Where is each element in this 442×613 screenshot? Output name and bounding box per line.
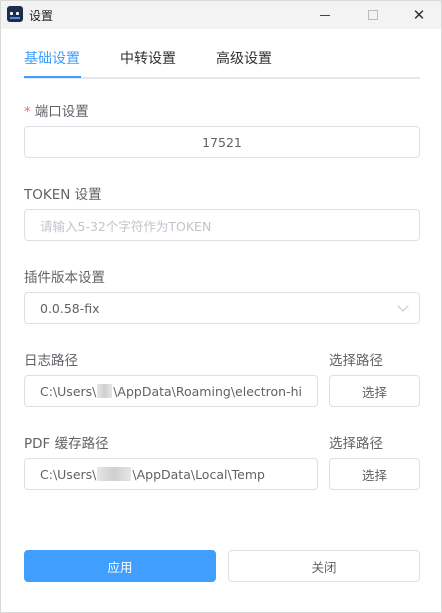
token-placeholder: 请输入5-32个字符作为TOKEN [40, 218, 212, 234]
apply-button[interactable]: 应用 [24, 550, 216, 582]
close-button[interactable]: 关闭 [228, 550, 420, 582]
log-path-suffix: \AppData\Roaming\electron-hi [113, 383, 302, 399]
log-choose-path-label: 选择路径 [329, 353, 383, 369]
pdf-cache-path-label: PDF 缓存路径 [24, 436, 109, 452]
maximize-icon [368, 10, 378, 20]
close-window-button[interactable]: ✕ [396, 1, 442, 29]
required-mark: * [24, 104, 31, 120]
port-label-text: 端口设置 [34, 104, 89, 120]
close-icon: ✕ [412, 5, 426, 24]
active-tab-indicator [24, 76, 81, 78]
log-path-input[interactable]: C:\Users\ \AppData\Roaming\electron-hi [24, 375, 318, 407]
log-path-prefix: C:\Users\ [40, 383, 97, 399]
pdf-path-choose-button[interactable]: 选择 [329, 458, 420, 490]
plugin-version-value: 0.0.58-fix [40, 300, 100, 316]
log-path-label: 日志路径 [24, 353, 78, 369]
tab-basic-settings[interactable]: 基础设置 [24, 49, 80, 77]
redacted-username [97, 384, 113, 398]
maximize-button[interactable] [350, 1, 396, 29]
minimize-button[interactable] [302, 1, 348, 29]
settings-window: 设置 ✕ 基础设置 中转设置 高级设置 * 端口设置 17521 TOKEN 设置… [0, 0, 442, 613]
tab-advanced-settings[interactable]: 高级设置 [216, 49, 272, 77]
pdf-path-prefix: C:\Users\ [40, 466, 97, 482]
port-label: * 端口设置 [24, 100, 89, 120]
token-label: TOKEN 设置 [24, 187, 102, 203]
chevron-down-icon [397, 300, 409, 312]
redacted-username [97, 467, 132, 481]
plugin-version-label: 插件版本设置 [24, 270, 105, 286]
pdf-cache-path-input[interactable]: C:\Users\ \AppData\Local\Temp [24, 458, 318, 490]
log-path-choose-button[interactable]: 选择 [329, 375, 420, 407]
token-input[interactable]: 请输入5-32个字符作为TOKEN [24, 209, 420, 241]
minimize-icon [320, 14, 330, 16]
plugin-version-select[interactable]: 0.0.58-fix [24, 292, 420, 324]
tab-relay-settings[interactable]: 中转设置 [120, 49, 176, 77]
app-icon [7, 6, 23, 22]
settings-tabs: 基础设置 中转设置 高级设置 [24, 39, 420, 79]
pdf-path-suffix: \AppData\Local\Temp [132, 466, 265, 482]
port-input[interactable]: 17521 [24, 126, 420, 158]
window-title: 设置 [29, 9, 54, 23]
port-value: 17521 [202, 134, 242, 150]
title-bar: 设置 ✕ [1, 1, 441, 29]
pdf-choose-path-label: 选择路径 [329, 436, 383, 452]
